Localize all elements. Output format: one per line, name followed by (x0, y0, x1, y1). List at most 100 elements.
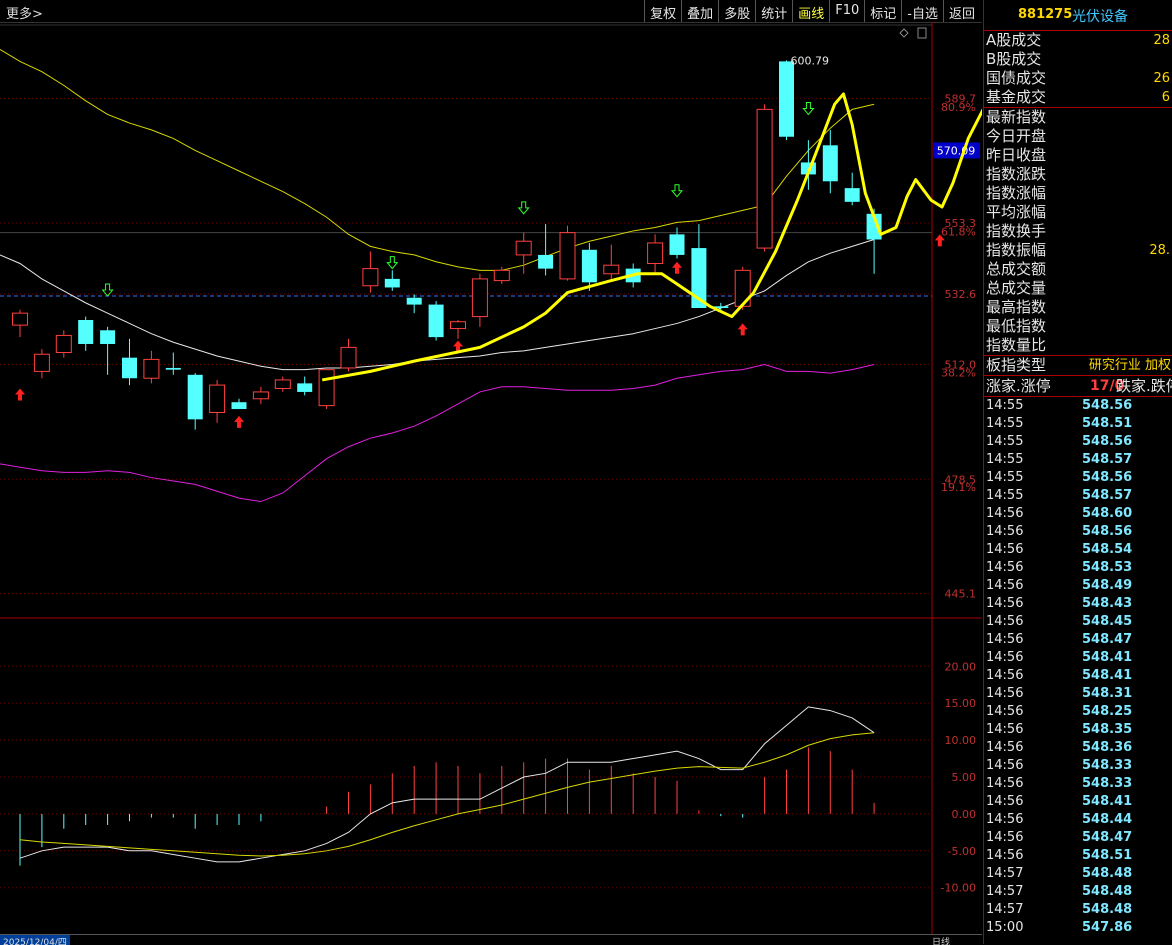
field-label: 指数换手 (986, 222, 1047, 240)
tick-row: 15:00 547.86 (984, 919, 1172, 937)
tick-time: 14:56 (986, 578, 1024, 593)
toolbar-buttons: 复权 叠加 多股 统计 画线 F10 标记 -自选 返回 (644, 0, 980, 22)
window-toggle-icon (917, 27, 927, 39)
toolbar-button[interactable]: 复权 (644, 0, 681, 22)
macd-axis-label: 0.00 (952, 808, 977, 821)
toolbar-button[interactable]: 统计 (755, 0, 792, 22)
candle-body (12, 312, 28, 326)
toolbar-button[interactable]: -自选 (901, 0, 943, 22)
dea-line (19, 732, 875, 857)
more-button[interactable]: 更多> (6, 3, 43, 22)
candle-body (78, 320, 94, 344)
decline-label: 跌家.跌停 (1116, 377, 1172, 395)
tick-row: 14:56 548.49 (984, 577, 1172, 595)
tick-row: 14:56 548.41 (984, 667, 1172, 685)
tick-time: 14:56 (986, 740, 1024, 755)
tick-price: 548.41 (1082, 794, 1133, 809)
buy-arrow-icon (15, 388, 25, 401)
sector-type-row: 板指类型 研究行业 加权 (984, 356, 1172, 376)
macd-axis-label: 15.00 (945, 697, 977, 710)
tick-time: 14:56 (986, 614, 1024, 629)
toolbar-button[interactable]: 多股 (718, 0, 755, 22)
tick-time: 14:55 (986, 434, 1024, 449)
field-label: A股成交 (986, 31, 1042, 49)
tick-price: 548.44 (1082, 812, 1133, 827)
toolbar-button[interactable]: 画线 (792, 0, 829, 22)
tick-row: 14:57 548.48 (984, 883, 1172, 901)
tick-row: 14:55 548.56 (984, 397, 1172, 415)
candle-body (231, 402, 247, 410)
tick-row: 14:55 548.56 (984, 469, 1172, 487)
buy-arrow-icon (234, 415, 244, 428)
tick-price: 548.60 (1082, 506, 1133, 521)
macd-axis-label: -10.00 (941, 882, 976, 895)
index-name[interactable]: 光伏设备 (1072, 6, 1128, 26)
candle-body (318, 369, 335, 407)
tick-price: 548.33 (1082, 758, 1133, 773)
field-row: 昨日收盘 (984, 146, 1172, 165)
tick-price: 548.56 (1082, 470, 1133, 485)
tick-time: 14:56 (986, 560, 1024, 575)
tick-price: 548.53 (1082, 560, 1133, 575)
tick-row: 14:55 548.57 (984, 487, 1172, 505)
candle-body (581, 249, 597, 283)
tick-time: 14:55 (986, 452, 1024, 467)
tick-price: 548.48 (1082, 866, 1133, 881)
candle-body (100, 330, 116, 344)
field-label: 昨日收盘 (986, 146, 1047, 164)
toolbar-button[interactable]: 返回 (942, 0, 980, 22)
candle-body (209, 384, 226, 413)
tick-row: 14:56 548.45 (984, 613, 1172, 631)
tick-price: 548.57 (1082, 452, 1133, 467)
index-header: 881275 光伏设备 (984, 0, 1172, 31)
field-row: 指数涨跌 (984, 165, 1172, 184)
field-row: 指数换手 (984, 222, 1172, 241)
price-axis-label: 532.6 (945, 288, 977, 301)
candle-body (165, 367, 181, 370)
field-label: 指数量比 (986, 336, 1047, 354)
tick-time: 14:56 (986, 794, 1024, 809)
field-label: 今日开盘 (986, 127, 1047, 145)
peak-label: 600.79 (791, 54, 830, 67)
tick-time: 14:56 (986, 524, 1024, 539)
sell-arrow-icon (802, 101, 815, 116)
candle-body (274, 379, 291, 390)
field-row: 最高指数 (984, 298, 1172, 317)
tick-row: 14:56 548.25 (984, 703, 1172, 721)
tick-price: 548.51 (1082, 416, 1133, 431)
field-value: 28. (1149, 243, 1170, 258)
field-label: 指数振幅 (986, 241, 1047, 259)
sell-arrow-icon (670, 184, 684, 198)
tick-price: 548.48 (1082, 884, 1133, 899)
tick-time: 14:57 (986, 902, 1024, 917)
toolbar-button[interactable]: F10 (829, 0, 864, 22)
tick-time: 14:56 (986, 596, 1024, 611)
field-row: 今日开盘 (984, 127, 1172, 146)
tick-time: 14:56 (986, 506, 1024, 521)
tick-row: 14:56 548.36 (984, 739, 1172, 757)
tick-list[interactable]: 14:55 548.56 14:55 548.51 14:55 548.56 14:55 54… (984, 397, 1172, 937)
tick-time: 15:00 (986, 920, 1024, 935)
tick-price: 548.33 (1082, 776, 1133, 791)
candle-body (187, 374, 203, 420)
tick-row: 14:56 548.56 (984, 523, 1172, 541)
tick-row: 14:56 548.35 (984, 721, 1172, 739)
tick-price: 548.45 (1082, 614, 1133, 629)
tick-row: 14:56 548.44 (984, 811, 1172, 829)
tick-time: 14:57 (986, 866, 1024, 881)
toolbar-button[interactable]: 叠加 (681, 0, 718, 22)
toolbar-button[interactable]: 标记 (864, 0, 901, 22)
tick-time: 14:56 (986, 812, 1024, 827)
tick-time: 14:56 (986, 542, 1024, 557)
field-label: 总成交额 (986, 260, 1047, 278)
kline-chart[interactable]: 589.7553.3532.6512.0478.5445.180.9%61.8%… (0, 22, 982, 934)
candle-body (756, 108, 773, 249)
field-row: 指数振幅 28. (984, 241, 1172, 260)
tick-row: 14:56 548.51 (984, 847, 1172, 865)
candle-body (450, 321, 466, 330)
field-row: 总成交额 (984, 260, 1172, 279)
tick-price: 548.51 (1082, 848, 1133, 863)
field-label: 基金成交 (986, 88, 1047, 106)
candle-body (515, 240, 532, 256)
candle-body (471, 278, 488, 318)
